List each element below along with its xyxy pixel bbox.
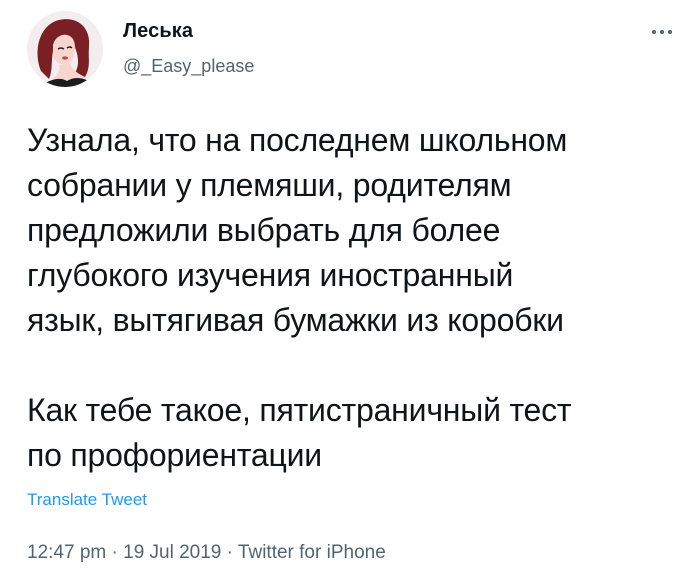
- tweet-text: Узнала, что на последнем школьном собран…: [27, 122, 572, 473]
- tweet-source[interactable]: Twitter for iPhone: [238, 542, 386, 563]
- translate-tweet-link[interactable]: Translate Tweet: [27, 490, 147, 510]
- avatar[interactable]: [27, 11, 103, 87]
- tweet-metadata: 12:47 pm · 19 Jul 2019 · Twitter for iPh…: [27, 542, 386, 564]
- user-avatar-illustration-icon: [27, 11, 103, 87]
- more-options-icon[interactable]: [640, 22, 684, 42]
- author-handle[interactable]: @_Easy_please: [123, 56, 254, 77]
- tweet-time[interactable]: 12:47 pm: [27, 542, 106, 563]
- tweet-card: Леська @_Easy_please Узнала, что на посл…: [0, 0, 700, 587]
- meta-separator: ·: [111, 542, 118, 563]
- author-display-name[interactable]: Леська: [123, 20, 193, 43]
- meta-separator: ·: [226, 542, 233, 563]
- tweet-date[interactable]: 19 Jul 2019: [123, 542, 221, 563]
